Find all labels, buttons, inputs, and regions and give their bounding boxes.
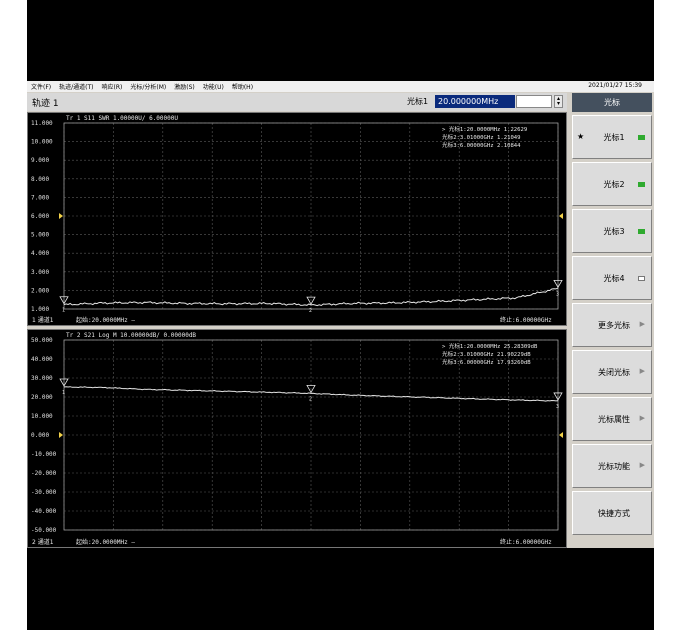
- marker1-on-indicator: [638, 135, 645, 140]
- menu-function[interactable]: 功能(U): [199, 82, 228, 91]
- y-tick-label: 1.000: [31, 306, 49, 313]
- marker-number: 3: [556, 291, 559, 297]
- reference-left-icon: [59, 213, 63, 219]
- marker-number: 3: [556, 404, 559, 410]
- trace1-swr-panel: 11.000 10.000 9.000 8.000 7.000 6.000 5.000 4.0…: [27, 112, 567, 326]
- trace2-logmag-panel: 50.000 40.000 30.000 20.000 10.000 0.000 -10.0…: [27, 329, 567, 548]
- y-tick-label: 10.000: [31, 413, 53, 420]
- chart-svg: 11.00010.0009.0008.0007.0006.0005.0004.0…: [31, 115, 563, 324]
- marker2-on-indicator: [638, 182, 645, 187]
- marker-properties-label: 光标属性: [598, 414, 630, 424]
- marker-functions-button[interactable]: 光标功能 ▶: [572, 444, 652, 488]
- entry-bar: 轨迹 1 光标1 20.000000MHz ▴ ▾: [27, 93, 567, 111]
- y-tick-label: 5.000: [31, 232, 49, 239]
- marker3-label: 光标3: [603, 226, 625, 236]
- marker-entry-label: 光标1: [407, 97, 429, 106]
- y-tick-label: 0.000: [31, 432, 49, 439]
- start-frequency: 起始:20.0000MHz —: [76, 316, 135, 324]
- shortcuts-label: 快捷方式: [598, 508, 630, 518]
- marker-number: 2: [309, 308, 312, 314]
- reference-right-icon: [559, 213, 563, 219]
- marker3-on-indicator: [638, 229, 645, 234]
- reference-left-icon: [59, 432, 63, 438]
- sidebar-title: 光标: [572, 93, 652, 112]
- y-tick-label: -50.000: [31, 527, 57, 534]
- stop-frequency: 终止:6.00000GHz: [500, 538, 552, 546]
- vna-application: 文件(F) 轨迹/通道(T) 响应(R) 光标/分析(M) 激励(S) 功能(U…: [27, 81, 654, 548]
- softkey-sidebar: 光标 ★ 光标1 光标2 光标3 光标4 更多光标 ▶ 关闭光标 ▶ 光标属性 …: [570, 93, 654, 548]
- menu-stimulus[interactable]: 激励(S): [170, 82, 199, 91]
- y-tick-label: 2.000: [31, 287, 49, 294]
- marker4-label: 光标4: [603, 273, 625, 283]
- marker-properties-button[interactable]: 光标属性 ▶: [572, 397, 652, 441]
- menu-trace-channel[interactable]: 轨迹/通道(T): [55, 82, 97, 91]
- y-tick-label: 6.000: [31, 213, 49, 220]
- menu-help[interactable]: 帮助(H): [228, 82, 257, 91]
- marker2-button[interactable]: 光标2: [572, 162, 652, 206]
- y-tick-label: -10.000: [31, 451, 57, 458]
- y-tick-label: 20.000: [31, 394, 53, 401]
- marker2-label: 光标2: [603, 179, 625, 189]
- menu-response[interactable]: 响应(R): [98, 82, 127, 91]
- datetime-readout: 2021/01/27 15:39: [588, 82, 642, 89]
- marker-readout: > 光标1:20.0000MHz 25.28309dB: [442, 342, 538, 350]
- y-tick-label: -20.000: [31, 470, 57, 477]
- channel-label: 1 通道1: [32, 316, 54, 324]
- marker-readout: 光标2:3.01000GHz 21.90229dB: [442, 350, 531, 358]
- channel-label: 2 通道1: [32, 538, 54, 546]
- menu-marker-analysis[interactable]: 光标/分析(M): [126, 82, 170, 91]
- active-marker-star: ★: [577, 132, 585, 141]
- marker-readout: 光标3:6.00000GHz 2.10844: [442, 141, 521, 149]
- y-tick-label: -40.000: [31, 508, 57, 515]
- marker-number: 1: [62, 308, 65, 314]
- y-tick-label: 9.000: [31, 157, 49, 164]
- y-tick-label: 7.000: [31, 194, 49, 201]
- y-tick-label: 11.000: [31, 120, 53, 127]
- marker-functions-label: 光标功能: [598, 461, 630, 471]
- y-tick-label: 40.000: [31, 356, 53, 363]
- marker-readout: 光标2:3.01000GHz 1.21049: [442, 133, 521, 141]
- marker-number: 1: [62, 390, 65, 396]
- marker-readout: 光标3:6.00000GHz 17.93260dB: [442, 358, 531, 366]
- more-markers-button[interactable]: 更多光标 ▶: [572, 303, 652, 347]
- marker-number: 2: [309, 396, 312, 402]
- marker1-button[interactable]: ★ 光标1: [572, 115, 652, 159]
- trace-header: Tr 1 S11 SWR 1.00000U/ 6.00000U: [66, 115, 178, 122]
- menu-bar: 文件(F) 轨迹/通道(T) 响应(R) 光标/分析(M) 激励(S) 功能(U…: [27, 81, 654, 92]
- y-tick-label: 3.000: [31, 269, 49, 276]
- marker4-off-indicator: [638, 276, 645, 281]
- marker-readout: > 光标1:20.0000MHz 1.22629: [442, 125, 527, 133]
- chart-svg: 50.000 40.000 30.000 20.000 10.000 0.000 -10.0…: [31, 332, 563, 546]
- marker4-button[interactable]: 光标4: [572, 256, 652, 300]
- submenu-arrow-icon: ▶: [639, 414, 645, 422]
- shortcuts-button[interactable]: 快捷方式: [572, 491, 652, 535]
- marker-value-spinner[interactable]: ▴ ▾: [554, 95, 563, 108]
- y-tick-label: 30.000: [31, 375, 53, 382]
- marker-value-box[interactable]: [516, 95, 552, 108]
- submenu-arrow-icon: ▶: [639, 367, 645, 375]
- menu-file[interactable]: 文件(F): [27, 82, 55, 91]
- reference-right-icon: [559, 432, 563, 438]
- y-tick-label: 4.000: [31, 250, 49, 257]
- submenu-arrow-icon: ▶: [639, 320, 645, 328]
- y-tick-label: -30.000: [31, 489, 57, 496]
- more-markers-label: 更多光标: [598, 320, 630, 330]
- markers-off-button[interactable]: 关闭光标 ▶: [572, 350, 652, 394]
- stop-frequency: 终止:6.00000GHz: [500, 316, 552, 324]
- markers-off-label: 关闭光标: [598, 367, 630, 377]
- trace-header: Tr 2 S21 Log M 10.00000dB/ 0.00000dB: [66, 332, 196, 339]
- marker1-label: 光标1: [603, 132, 625, 142]
- y-tick-label: 8.000: [31, 176, 49, 183]
- submenu-arrow-icon: ▶: [639, 461, 645, 469]
- trace-title: 轨迹 1: [32, 99, 59, 109]
- y-tick-label: 10.000: [31, 139, 53, 146]
- y-tick-label: 50.000: [31, 337, 53, 344]
- marker-value-input[interactable]: 20.000000MHz: [435, 95, 515, 108]
- start-frequency: 起始:20.0000MHz —: [76, 538, 135, 546]
- marker3-button[interactable]: 光标3: [572, 209, 652, 253]
